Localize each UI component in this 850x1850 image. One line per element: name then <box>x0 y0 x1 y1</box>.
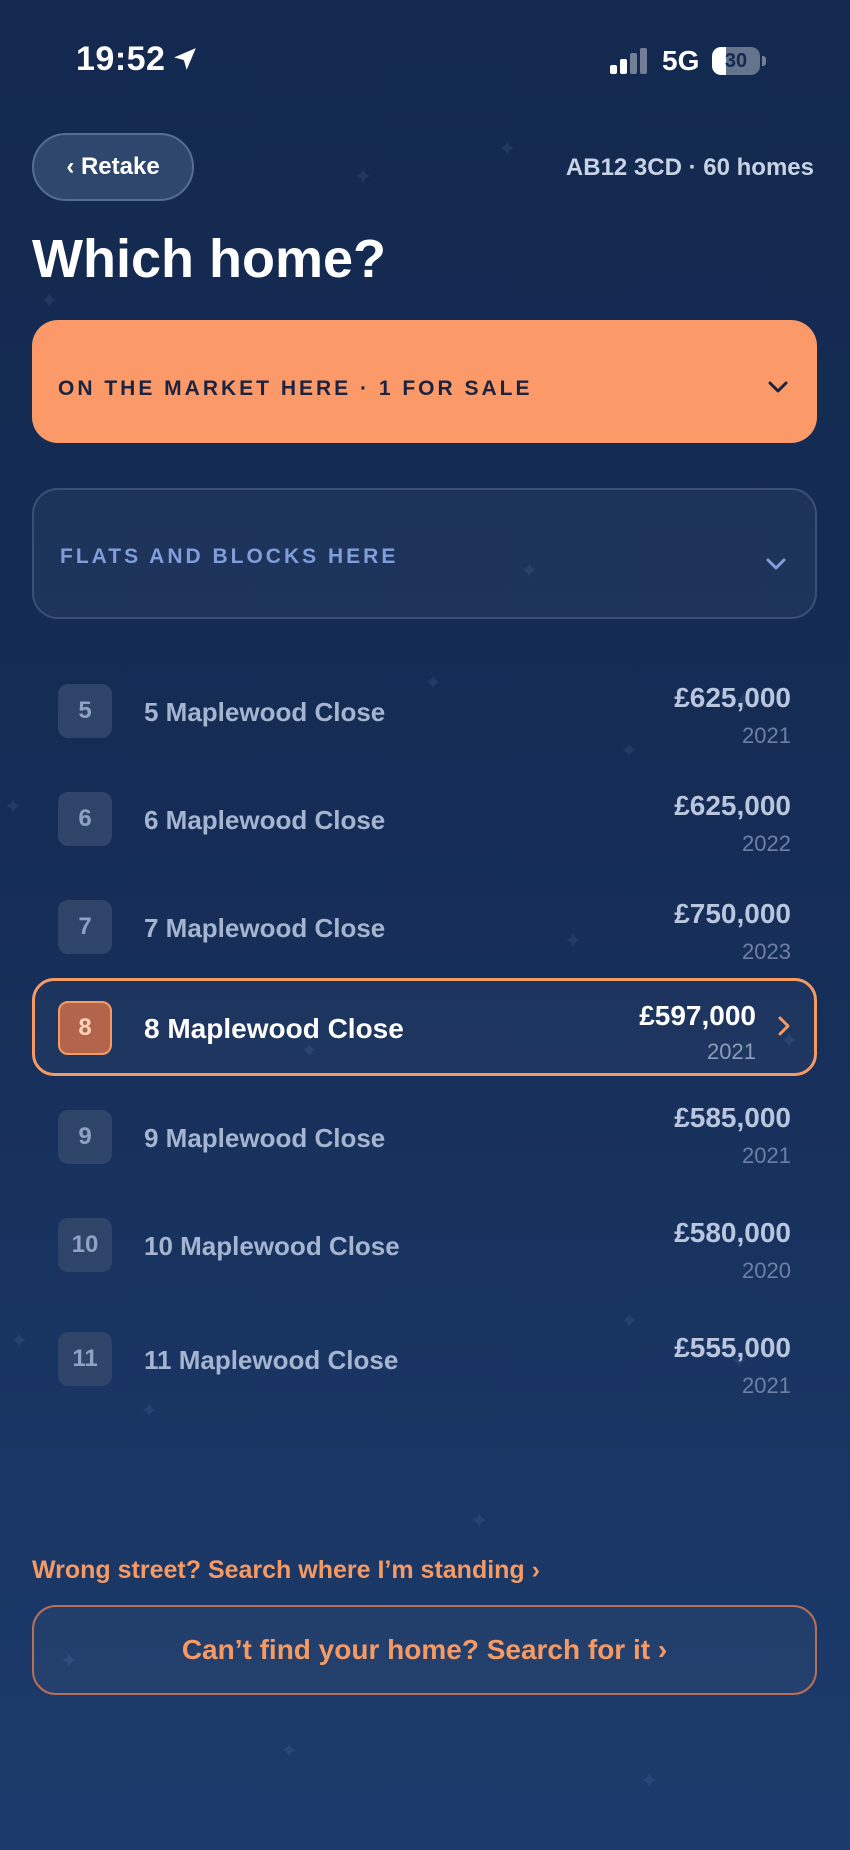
home-address: 10 Maplewood Close <box>144 1231 400 1261</box>
home-year: 2021 <box>742 1373 791 1398</box>
wrong-street-link[interactable]: Wrong street? Search where I’m standing … <box>32 1556 540 1585</box>
house-number-badge: 5 <box>58 684 112 738</box>
home-year: 2021 <box>742 723 791 748</box>
home-year: 2023 <box>742 939 791 964</box>
home-year: 2021 <box>707 1039 756 1064</box>
house-number-badge: 8 <box>58 1001 112 1055</box>
signal-bars-icon <box>610 48 647 74</box>
retake-button[interactable]: ‹ Retake <box>32 133 194 201</box>
postcode-summary: AB12 3CD · 60 homes <box>565 154 814 181</box>
house-number-badge: 10 <box>58 1218 112 1272</box>
home-row[interactable]: 9 9 Maplewood Close £585,000 2021 <box>32 1090 817 1186</box>
home-price: £625,000 <box>674 682 791 713</box>
home-address: 7 Maplewood Close <box>144 913 386 943</box>
on-the-market-panel[interactable]: ON THE MARKET HERE · 1 FOR SALE <box>32 320 817 443</box>
battery-icon: 30 <box>712 47 766 75</box>
home-address: 5 Maplewood Close <box>144 697 386 727</box>
network-type: 5G <box>662 45 700 76</box>
house-number-badge: 6 <box>58 792 112 846</box>
home-row-selected[interactable]: 8 8 Maplewood Close £597,000 2021 <box>32 978 817 1076</box>
home-price: £580,000 <box>674 1217 791 1248</box>
chevron-right-icon <box>778 1016 790 1036</box>
house-number-badge: 7 <box>58 900 112 954</box>
house-number-badge: 9 <box>58 1110 112 1164</box>
home-price: £555,000 <box>674 1332 791 1363</box>
flats-and-blocks-panel[interactable]: FLATS AND BLOCKS HERE <box>32 488 817 619</box>
home-price: £597,000 <box>639 1000 756 1031</box>
flats-and-blocks-label: FLATS AND BLOCKS HERE <box>60 545 399 568</box>
home-row[interactable]: 7 7 Maplewood Close £750,000 2023 <box>32 880 817 976</box>
home-address: 8 Maplewood Close <box>144 1013 404 1044</box>
home-row[interactable]: 11 11 Maplewood Close £555,000 2021 <box>32 1312 817 1408</box>
home-row[interactable]: 6 6 Maplewood Close £625,000 2022 <box>32 772 817 868</box>
location-arrow-icon <box>174 48 196 70</box>
chevron-down-icon <box>768 381 788 393</box>
search-for-home-button[interactable]: Can’t find your home? Search for it › <box>32 1605 817 1695</box>
home-row[interactable]: 10 10 Maplewood Close £580,000 2020 <box>32 1198 817 1294</box>
home-price: £625,000 <box>674 790 791 821</box>
home-price: £750,000 <box>674 898 791 929</box>
on-the-market-label: ON THE MARKET HERE · 1 FOR SALE <box>58 377 533 400</box>
home-address: 6 Maplewood Close <box>144 805 386 835</box>
chevron-down-icon <box>766 558 786 570</box>
home-year: 2021 <box>742 1143 791 1168</box>
home-price: £585,000 <box>674 1102 791 1133</box>
battery-level: 30 <box>724 50 748 72</box>
home-address: 11 Maplewood Close <box>144 1345 399 1375</box>
home-address: 9 Maplewood Close <box>144 1123 386 1153</box>
status-time: 19:52 <box>76 40 166 78</box>
page-title: Which home? <box>32 229 386 289</box>
house-number-badge: 11 <box>58 1332 112 1386</box>
home-row[interactable]: 5 5 Maplewood Close £625,000 2021 <box>32 664 817 760</box>
home-year: 2022 <box>742 831 791 856</box>
home-year: 2020 <box>742 1258 791 1283</box>
status-bar: 19:52 5G 30 <box>0 0 850 120</box>
